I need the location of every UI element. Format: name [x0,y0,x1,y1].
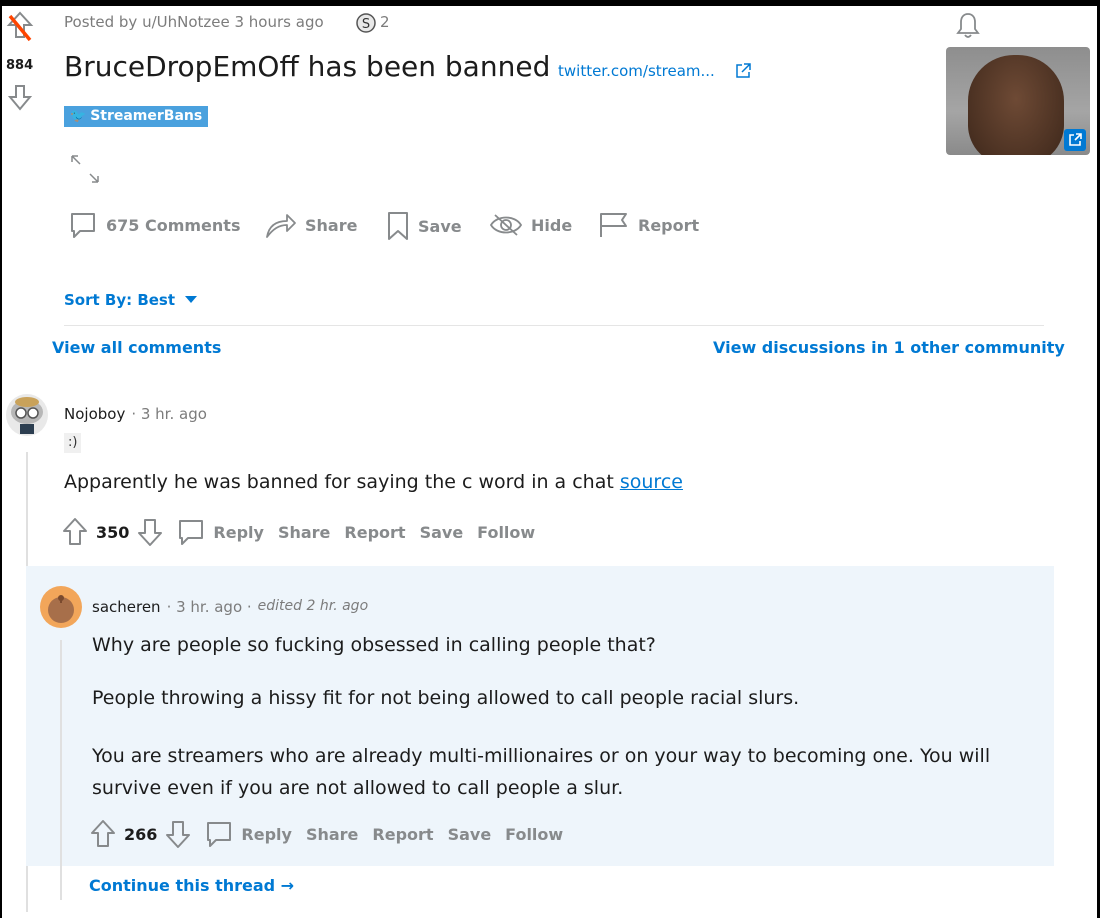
comment-body: Apparently he was banned for saying the … [64,471,683,493]
report-button[interactable]: Report [372,825,433,844]
edited-timestamp: edited 2 hr. ago [257,598,369,614]
left-border [0,6,2,918]
report-label: Report [638,215,700,235]
hide-label: Hide [531,215,573,235]
hide-button[interactable]: Hide [489,211,572,239]
reply-button[interactable]: Reply [205,820,292,848]
follow-button[interactable]: Follow [477,523,535,542]
comment-paragraph: Why are people so fucking obsessed in ca… [92,634,656,656]
comment-timestamp: · 3 hr. ago [131,405,207,423]
avatar[interactable] [40,586,82,628]
award-count: 2 [380,13,390,31]
reply-label: Reply [213,522,264,542]
user-flair: :) [64,433,82,453]
save-label: Save [418,216,462,236]
post-title[interactable]: BruceDropEmOff has been banned [64,50,550,83]
upvote-icon[interactable] [90,819,116,849]
downvote-icon[interactable] [8,84,32,112]
reply-label: Reply [241,824,292,844]
source-link[interactable]: source [620,471,683,493]
comment-icon [205,820,233,848]
save-icon [386,211,410,241]
avatar[interactable] [6,394,48,436]
comment-header: sacheren · 3 hr. ago · edited 2 hr. ago [92,598,368,616]
hide-icon [489,211,523,239]
view-all-comments-link[interactable]: View all comments [52,338,221,357]
svg-text:S: S [362,17,370,32]
view-discussions-link[interactable]: View discussions in 1 other community [713,338,1065,357]
post-thumbnail[interactable] [946,47,1090,155]
continue-thread-link[interactable]: Continue this thread → [89,876,294,895]
comment-author[interactable]: Nojoboy [64,405,125,423]
follow-button[interactable]: Follow [505,825,563,844]
comment-icon [177,518,205,546]
upvote-icon[interactable] [6,10,34,46]
sort-dropdown[interactable]: Sort By: Best [64,291,198,309]
sort-label: Sort By: Best [64,291,176,309]
save-button[interactable]: Save [448,825,492,844]
post-score: 884 [6,58,34,73]
divider [64,325,1044,326]
comment-score: 266 [124,824,158,844]
downvote-icon[interactable] [137,517,163,547]
report-button[interactable]: Report [598,211,699,239]
comments-label: 675 Comments [106,215,241,235]
comment-text: Apparently he was banned for saying the … [64,471,620,493]
comment-score: 350 [96,522,130,542]
bird-icon: 🐦 [70,109,87,124]
external-link-icon[interactable] [1064,129,1086,151]
save-button[interactable]: Save [420,523,464,542]
share-label: Share [305,215,358,235]
post-flair[interactable]: 🐦 StreamerBans [64,106,209,127]
comment-paragraph: You are streamers who are already multi-… [92,745,991,799]
expand-icon[interactable] [68,152,104,186]
chevron-down-icon [185,296,198,304]
save-button[interactable]: Save [386,211,462,241]
comment-author[interactable]: sacheren [92,598,161,616]
comment-actions: 266 Reply Share Report Save Follow [90,819,563,849]
award-icon[interactable]: S [355,12,377,34]
flair-label: StreamerBans [90,108,203,124]
report-icon [598,211,630,239]
post-domain-link[interactable]: twitter.com/stream... [558,62,715,80]
comment-actions: 350 Reply Share Report Save Follow [62,517,535,547]
comment-paragraph: People throwing a hissy fit for not bein… [92,687,800,709]
comment-header: Nojoboy · 3 hr. ago [64,405,207,423]
share-button[interactable]: Share [306,825,358,844]
thumbnail-face [968,55,1064,155]
external-link-icon[interactable] [734,62,752,80]
reply-button[interactable]: Reply [177,518,264,546]
report-button[interactable]: Report [344,523,405,542]
post-meta: Posted by u/UhNotzee 3 hours ago [64,13,324,31]
share-icon [265,211,297,239]
upvote-icon[interactable] [62,517,88,547]
bell-icon[interactable] [955,11,981,41]
share-button[interactable]: Share [278,523,330,542]
downvote-icon[interactable] [165,819,191,849]
share-button[interactable]: Share [265,211,357,239]
comment-icon [68,211,98,239]
comments-button[interactable]: 675 Comments [68,211,240,239]
comment-timestamp: · 3 hr. ago · [166,598,252,616]
thread-line[interactable] [60,640,62,900]
top-border [0,0,1100,6]
